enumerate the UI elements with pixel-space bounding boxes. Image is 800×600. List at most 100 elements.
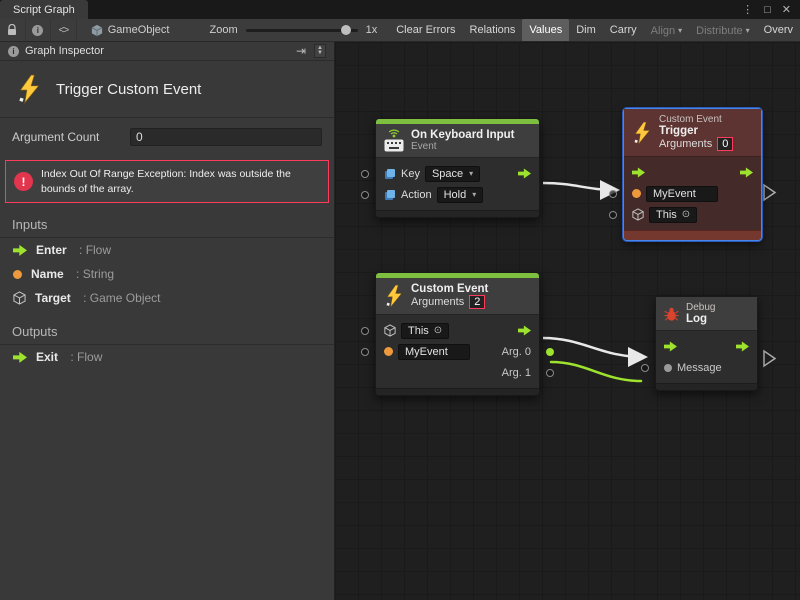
argument-count-input[interactable] [130, 128, 322, 146]
node-footer [624, 230, 761, 240]
tab-script-graph[interactable]: Script Graph [0, 0, 88, 19]
node-header[interactable]: Debug Log [656, 297, 757, 331]
arg0-label: Arg. 0 [502, 346, 531, 358]
chevron-down-icon: ▾ [746, 26, 750, 35]
node-trigger-custom-event[interactable]: Custom Event Trigger Arguments 0 MyEvent [623, 108, 762, 241]
flow-arrow-icon [13, 351, 27, 363]
flow-input-port[interactable] [664, 341, 677, 352]
spin-down-icon: ▼ [317, 51, 323, 56]
flow-output-port[interactable] [740, 167, 753, 178]
node-custom-event[interactable]: Custom Event Arguments 2 This ⊙ [375, 272, 540, 396]
edit-source-button[interactable]: <> [51, 19, 77, 41]
flow-row [624, 162, 761, 183]
argument-count-row: Argument Count [0, 118, 334, 150]
event-name-field[interactable]: MyEvent [646, 186, 718, 202]
port-row-target: Target : Game Object [0, 286, 334, 310]
node-header[interactable]: Custom Event Trigger Arguments 0 [624, 109, 761, 157]
zoom-slider[interactable] [246, 29, 358, 32]
name-input-port[interactable] [361, 348, 369, 356]
lock-icon [7, 24, 17, 36]
flow-output-port[interactable] [736, 341, 749, 352]
dim-button[interactable]: Dim [569, 19, 603, 42]
relations-button[interactable]: Relations [463, 19, 523, 42]
node-on-keyboard-input[interactable]: On Keyboard Input Event Key Space ▾ [375, 118, 540, 218]
close-icon[interactable]: ✕ [782, 3, 791, 16]
align-button[interactable]: Align▾ [644, 19, 689, 42]
node-title: Trigger [659, 125, 733, 137]
node-header[interactable]: On Keyboard Input Event [376, 124, 539, 158]
inspector-header: i Graph Inspector ⇥ ▲ ▼ [0, 42, 334, 61]
arg1-label: Arg. 1 [502, 367, 531, 379]
string-port-icon [13, 270, 22, 279]
keyboard-icon [384, 139, 404, 152]
gameobject-label: GameObject [108, 24, 170, 36]
window-tab-bar: Script Graph ⋮ □ ✕ [0, 0, 800, 19]
target-row: This ⊙ [376, 320, 539, 341]
window-menu-icon[interactable]: ⋮ [742, 3, 753, 16]
flow-output-port[interactable] [518, 168, 531, 179]
lock-button[interactable] [0, 19, 26, 41]
port-row-name: Name : String [0, 262, 334, 286]
arguments-label: Arguments [659, 138, 712, 150]
action-dropdown[interactable]: Hold ▾ [437, 187, 484, 203]
target-dropdown[interactable]: This ⊙ [649, 207, 697, 223]
key-row: Key Space ▾ [376, 163, 539, 184]
graph-canvas[interactable]: On Keyboard Input Event Key Space ▾ [335, 42, 800, 600]
node-category: Custom Event [659, 114, 733, 125]
action-row: Action Hold ▾ [376, 184, 539, 205]
gameobject-selector[interactable]: GameObject [77, 24, 184, 37]
gameobject-cube-icon [632, 208, 644, 221]
arg1-output-port[interactable] [546, 369, 554, 377]
key-input-port[interactable] [361, 170, 369, 178]
tab-label: Script Graph [13, 4, 75, 16]
overview-button[interactable]: Overv [757, 19, 800, 42]
node-title: On Keyboard Input [411, 129, 515, 141]
flow-input-port[interactable] [632, 167, 645, 178]
target-input-port[interactable] [609, 211, 617, 219]
event-name-row: MyEvent [624, 183, 761, 204]
lightning-bolt-icon [384, 284, 404, 308]
wire-event-to-log[interactable] [543, 338, 643, 357]
lightning-bolt-icon [16, 74, 42, 104]
node-footer [376, 388, 539, 395]
gameobject-cube-icon [384, 324, 396, 337]
node-debug-log[interactable]: Debug Log Message [655, 296, 758, 391]
node-header[interactable]: Custom Event Arguments 2 [376, 278, 539, 315]
event-name-field[interactable]: MyEvent [398, 344, 470, 360]
inspect-button[interactable]: i [26, 19, 52, 41]
distribute-button[interactable]: Distribute▾ [689, 19, 756, 42]
name-input-port[interactable] [609, 190, 617, 198]
zoom-slider-knob[interactable] [341, 25, 351, 35]
play-marker-log[interactable] [764, 351, 775, 366]
wire-keyboard-to-trigger[interactable] [543, 183, 615, 190]
target-dropdown[interactable]: This ⊙ [401, 323, 449, 339]
message-input-port[interactable] [641, 364, 649, 372]
info-icon: i [8, 46, 19, 57]
maximize-icon[interactable]: □ [764, 4, 771, 16]
play-marker-trigger[interactable] [764, 185, 775, 200]
unit-title-block: Trigger Custom Event [0, 61, 334, 118]
node-title: Custom Event [411, 283, 488, 295]
dock-icon[interactable]: ⇥ [296, 44, 306, 58]
target-input-port[interactable] [361, 327, 369, 335]
inspector-header-title: Graph Inspector [25, 45, 104, 57]
wire-arg0-to-message[interactable] [551, 362, 641, 381]
key-dropdown[interactable]: Space ▾ [425, 166, 480, 182]
string-port-icon [384, 347, 393, 356]
unit-title: Trigger Custom Event [56, 81, 201, 98]
flow-output-port[interactable] [518, 325, 531, 336]
values-button[interactable]: Values [522, 19, 569, 42]
gameobject-cube-icon [13, 291, 26, 305]
error-icon: ! [14, 172, 33, 191]
graph-inspector-panel: i Graph Inspector ⇥ ▲ ▼ Trigger Custom E… [0, 42, 335, 600]
code-icon: <> [59, 25, 69, 36]
carry-button[interactable]: Carry [603, 19, 644, 42]
clear-errors-button[interactable]: Clear Errors [389, 19, 462, 42]
port-row-exit: Exit : Flow [0, 345, 334, 369]
panel-spinner[interactable]: ▲ ▼ [314, 44, 326, 58]
zoom-value: 1x [366, 24, 378, 36]
arg0-output-port[interactable] [546, 348, 554, 356]
flow-arrow-icon [13, 244, 27, 256]
action-input-port[interactable] [361, 191, 369, 199]
key-label: Key [401, 168, 420, 180]
